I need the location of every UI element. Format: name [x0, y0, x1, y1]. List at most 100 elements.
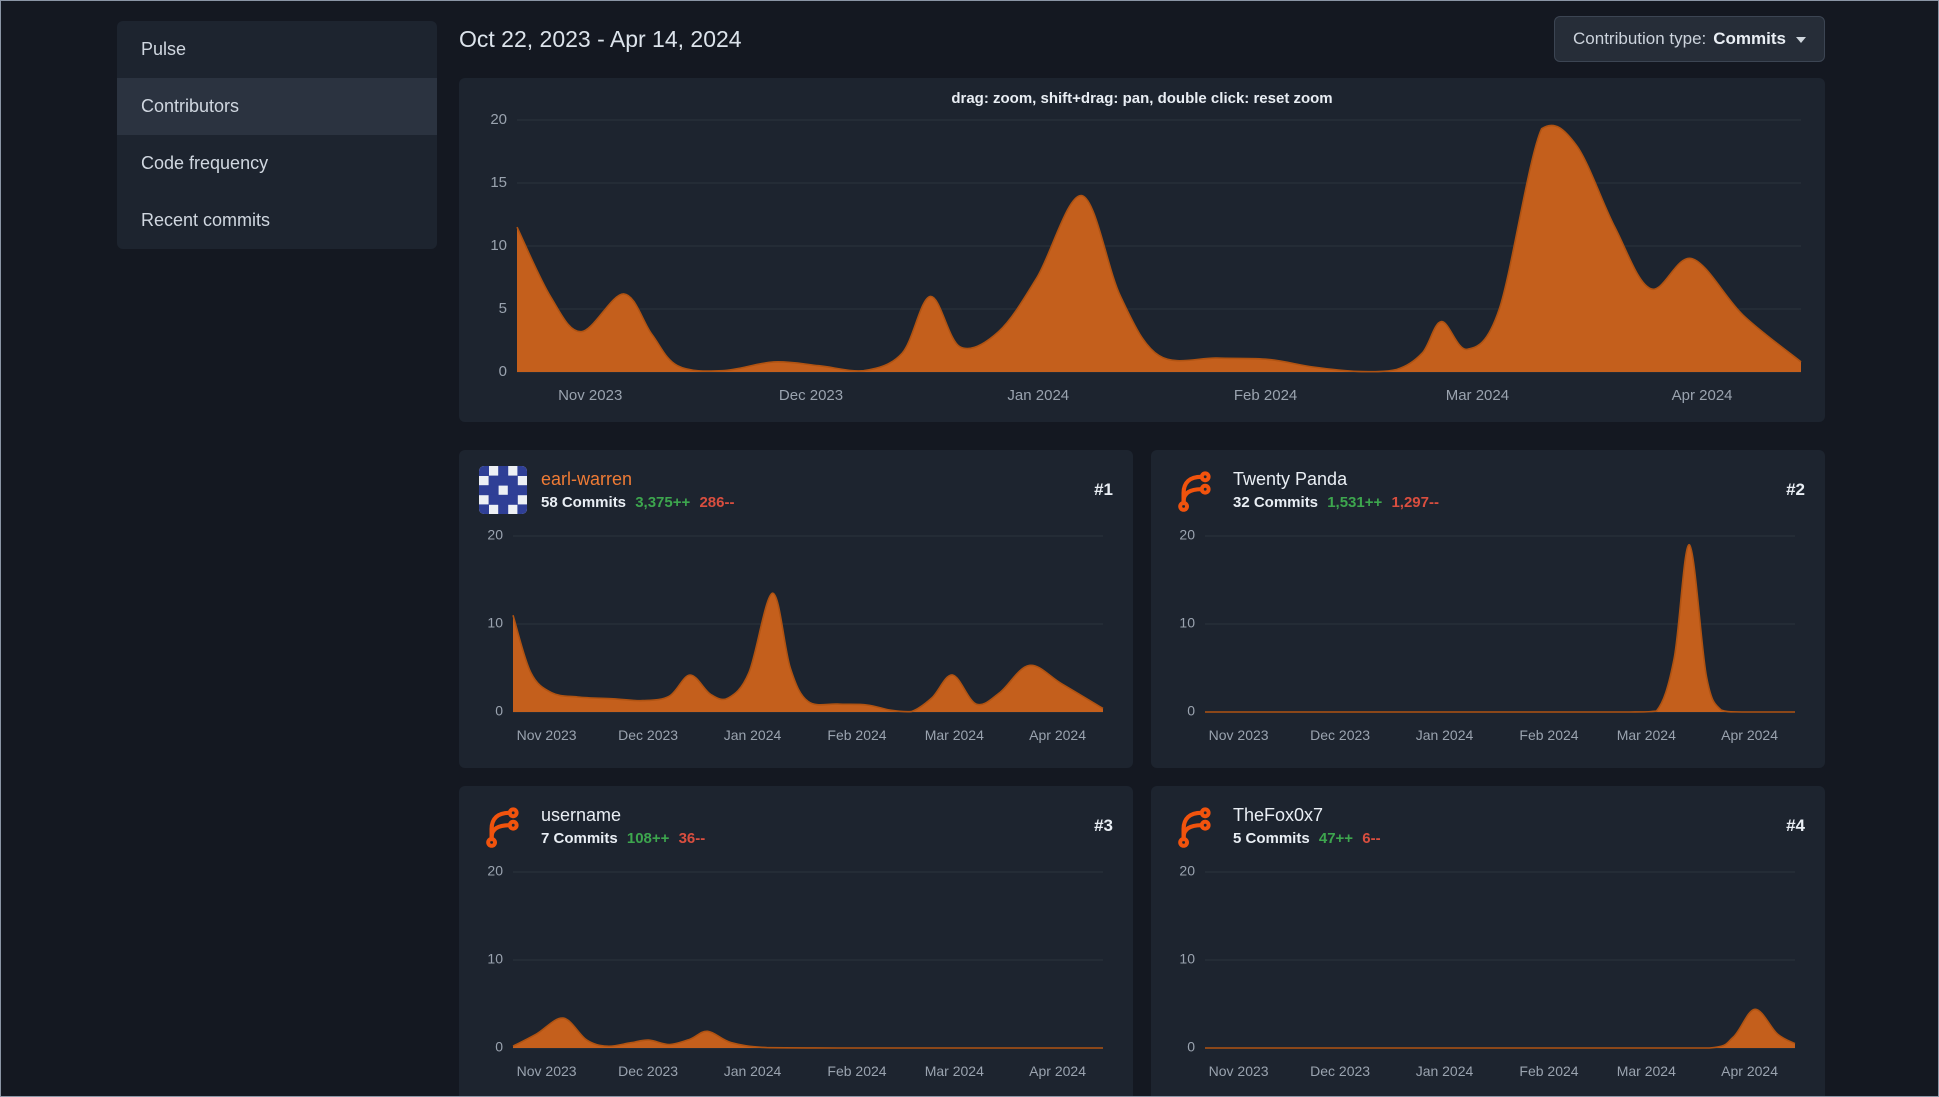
svg-text:Feb 2024: Feb 2024	[1519, 1063, 1578, 1079]
date-range-title: Oct 22, 2023 - Apr 14, 2024	[459, 25, 742, 52]
contributor-card: username 7 Commits 108++ 36-- #3 0 10 20 No…	[459, 786, 1133, 1096]
contributor-card-header: earl-warren 58 Commits 3,375++ 286-- #1	[459, 450, 1133, 514]
sidebar-item-recent-commits[interactable]: Recent commits	[117, 192, 437, 249]
deletions-count: 286--	[699, 494, 735, 511]
svg-text:Apr 2024: Apr 2024	[1672, 387, 1733, 404]
contributor-name-link[interactable]: username	[541, 805, 1068, 826]
main-content: Oct 22, 2023 - Apr 14, 2024 Contribution…	[459, 1, 1825, 1096]
contributor-commits-chart[interactable]: 0 10 20 Nov 2023 Dec 2023 Jan 2024 Feb 2024 Mar…	[459, 527, 1133, 752]
contributor-avatar[interactable]	[479, 466, 527, 514]
additions-count: 1,531++	[1327, 494, 1383, 511]
contributor-identity: earl-warren 58 Commits 3,375++ 286--	[541, 469, 1068, 511]
svg-text:Feb 2024: Feb 2024	[1234, 387, 1297, 404]
contributor-name-link[interactable]: Twenty Panda	[1233, 469, 1760, 490]
contributor-card: Twenty Panda 32 Commits 1,531++ 1,297-- …	[1151, 450, 1825, 768]
sidebar-item-code-frequency[interactable]: Code frequency	[117, 135, 437, 192]
contributor-commits-chart[interactable]: 0 10 20 Nov 2023 Dec 2023 Jan 2024 Feb 2024 Mar…	[459, 863, 1133, 1088]
commit-count: 7 Commits	[541, 830, 618, 847]
svg-text:0: 0	[1187, 1039, 1195, 1055]
contributor-commits-chart[interactable]: 0 10 20 Nov 2023 Dec 2023 Jan 2024 Feb 2024 Mar…	[1151, 527, 1825, 752]
svg-text:Mar 2024: Mar 2024	[1617, 727, 1676, 743]
svg-text:20: 20	[1179, 864, 1195, 879]
contribution-type-label: Contribution type:	[1573, 29, 1707, 48]
additions-count: 3,375++	[635, 494, 691, 511]
svg-text:0: 0	[495, 1039, 503, 1055]
svg-text:0: 0	[499, 363, 507, 380]
overall-commits-chart[interactable]: 0 5 10 15 20 Nov 2023 Dec 2023 Jan 2024 Feb 2024…	[459, 111, 1825, 412]
chevron-down-icon	[1796, 37, 1806, 43]
contributor-card-header: TheFox0x7 5 Commits 47++ 6-- #4	[1151, 786, 1825, 850]
contributor-card: earl-warren 58 Commits 3,375++ 286-- #1 …	[459, 450, 1133, 768]
contributor-stats: 7 Commits 108++ 36--	[541, 830, 1068, 847]
svg-text:Jan 2024: Jan 2024	[1416, 1063, 1474, 1079]
repo-activity-contributors-page: Pulse Contributors Code frequency Recent co…	[0, 0, 1939, 1097]
svg-text:Mar 2024: Mar 2024	[925, 727, 984, 743]
svg-text:Mar 2024: Mar 2024	[925, 1063, 984, 1079]
svg-text:Nov 2023: Nov 2023	[1209, 1063, 1269, 1079]
sidebar-item-contributors[interactable]: Contributors	[117, 78, 437, 135]
svg-text:Dec 2023: Dec 2023	[618, 1063, 678, 1079]
svg-text:0: 0	[495, 703, 503, 719]
contributor-stats: 5 Commits 47++ 6--	[1233, 830, 1760, 847]
svg-text:Apr 2024: Apr 2024	[1029, 727, 1086, 743]
svg-text:10: 10	[1179, 615, 1195, 631]
contributor-card-header: Twenty Panda 32 Commits 1,531++ 1,297-- …	[1151, 450, 1825, 514]
contributor-card-header: username 7 Commits 108++ 36-- #3	[459, 786, 1133, 850]
contributor-identity: username 7 Commits 108++ 36--	[541, 805, 1068, 847]
svg-text:Mar 2024: Mar 2024	[1446, 387, 1509, 404]
svg-text:10: 10	[487, 951, 503, 967]
forgejo-logo-icon	[1178, 471, 1211, 512]
overall-chart-card: drag: zoom, shift+drag: pan, double clic…	[459, 78, 1825, 422]
svg-text:Jan 2024: Jan 2024	[1416, 727, 1474, 743]
svg-text:0: 0	[1187, 703, 1195, 719]
svg-text:10: 10	[1179, 951, 1195, 967]
contributor-identity: TheFox0x7 5 Commits 47++ 6--	[1233, 805, 1760, 847]
svg-text:5: 5	[499, 300, 507, 317]
svg-text:Nov 2023: Nov 2023	[1209, 727, 1269, 743]
svg-text:20: 20	[1179, 528, 1195, 543]
additions-count: 108++	[626, 830, 670, 847]
rank-badge: #1	[1094, 480, 1113, 499]
svg-text:Nov 2023: Nov 2023	[517, 727, 577, 743]
svg-text:Jan 2024: Jan 2024	[724, 727, 782, 743]
rank-badge: #2	[1786, 480, 1805, 499]
rank-badge: #3	[1094, 816, 1113, 835]
svg-text:Nov 2023: Nov 2023	[558, 387, 622, 404]
commit-count: 58 Commits	[541, 494, 627, 511]
svg-text:10: 10	[490, 237, 507, 254]
commit-count: 32 Commits	[1233, 494, 1319, 511]
contributor-avatar[interactable]	[479, 802, 527, 850]
additions-count: 47++	[1318, 830, 1354, 847]
identicon-avatar-icon	[479, 466, 527, 514]
svg-text:Feb 2024: Feb 2024	[827, 727, 886, 743]
svg-text:Feb 2024: Feb 2024	[827, 1063, 886, 1079]
svg-text:Dec 2023: Dec 2023	[1310, 1063, 1370, 1079]
svg-text:10: 10	[487, 615, 503, 631]
svg-text:20: 20	[487, 528, 503, 543]
contributor-commits-chart[interactable]: 0 10 20 Nov 2023 Dec 2023 Jan 2024 Feb 2024 Mar…	[1151, 863, 1825, 1088]
svg-text:Apr 2024: Apr 2024	[1721, 727, 1778, 743]
commit-count: 5 Commits	[1233, 830, 1310, 847]
svg-text:Dec 2023: Dec 2023	[1310, 727, 1370, 743]
contributor-avatar[interactable]	[1171, 466, 1219, 514]
contributor-avatar[interactable]	[1171, 802, 1219, 850]
contributor-card: TheFox0x7 5 Commits 47++ 6-- #4 0 10 20 Nov…	[1151, 786, 1825, 1096]
contributor-identity: Twenty Panda 32 Commits 1,531++ 1,297--	[1233, 469, 1760, 511]
contributor-name-link[interactable]: TheFox0x7	[1233, 805, 1760, 826]
contributor-name-link[interactable]: earl-warren	[541, 469, 1068, 490]
contribution-type-dropdown[interactable]: Contribution type: Commits	[1554, 16, 1825, 62]
rank-badge: #4	[1786, 816, 1805, 835]
deletions-count: 1,297--	[1391, 494, 1439, 511]
sidebar-item-pulse[interactable]: Pulse	[117, 21, 437, 78]
contributor-stats: 32 Commits 1,531++ 1,297--	[1233, 494, 1760, 511]
svg-text:Dec 2023: Dec 2023	[779, 387, 843, 404]
svg-text:Feb 2024: Feb 2024	[1519, 727, 1578, 743]
svg-text:Jan 2024: Jan 2024	[1007, 387, 1069, 404]
deletions-count: 36--	[678, 830, 706, 847]
contributor-cards-grid: earl-warren 58 Commits 3,375++ 286-- #1 …	[459, 450, 1825, 1096]
svg-text:20: 20	[487, 864, 503, 879]
contribution-type-value: Commits	[1713, 29, 1786, 48]
svg-text:20: 20	[490, 112, 507, 128]
activity-sidebar: Pulse Contributors Code frequency Recent co…	[117, 21, 437, 249]
svg-text:Apr 2024: Apr 2024	[1029, 1063, 1086, 1079]
